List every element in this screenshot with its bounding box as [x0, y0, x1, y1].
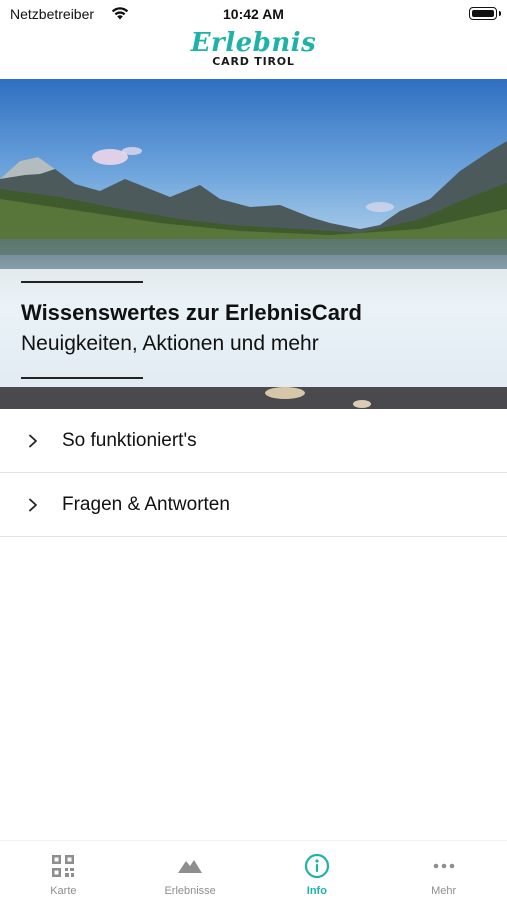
chevron-right-icon	[29, 434, 37, 448]
list-item-label: So funktioniert's	[62, 430, 197, 451]
more-dots-icon	[433, 863, 454, 869]
qr-code-icon	[52, 855, 75, 877]
info-icon	[304, 853, 329, 879]
hero-banner: Wissenswertes zur ErlebnisCard Neuigkeit…	[0, 79, 507, 409]
app-logo: Erlebnis CARD TIROL	[0, 28, 507, 76]
list-item-fragen-antworten[interactable]: Fragen & Antworten	[0, 473, 507, 537]
tab-karte[interactable]: Karte	[0, 841, 127, 900]
list-item-label: Fragen & Antworten	[62, 494, 230, 515]
logo-subtitle-text: CARD TIROL	[212, 55, 295, 68]
chevron-right-icon	[29, 498, 37, 512]
tab-label: Karte	[50, 885, 77, 897]
hero-title: Wissenswertes zur ErlebnisCard	[21, 300, 362, 325]
hero-text-overlay	[0, 269, 507, 387]
tab-bar: Karte Erlebnisse Info Mehr	[0, 840, 507, 900]
status-bar: Netzbetreiber 10:42 AM	[0, 0, 507, 28]
hero-divider-top	[21, 281, 143, 283]
tab-info[interactable]: Info	[254, 841, 381, 900]
tab-label: Mehr	[431, 885, 457, 897]
battery-icon	[469, 7, 501, 20]
tab-label: Info	[306, 885, 327, 897]
logo-script-text: Erlebnis	[190, 28, 317, 58]
tab-erlebnisse[interactable]: Erlebnisse	[127, 841, 254, 900]
hero-subtitle: Neuigkeiten, Aktionen und mehr	[21, 332, 319, 355]
info-list: So funktioniert's Fragen & Antworten	[0, 409, 507, 537]
mountain-icon	[178, 860, 203, 873]
hero-divider-bottom	[21, 377, 143, 379]
tab-label: Erlebnisse	[164, 885, 216, 897]
clock: 10:42 AM	[223, 6, 284, 22]
list-item-so-funktionierts[interactable]: So funktioniert's	[0, 409, 507, 473]
tab-mehr[interactable]: Mehr	[380, 841, 507, 900]
